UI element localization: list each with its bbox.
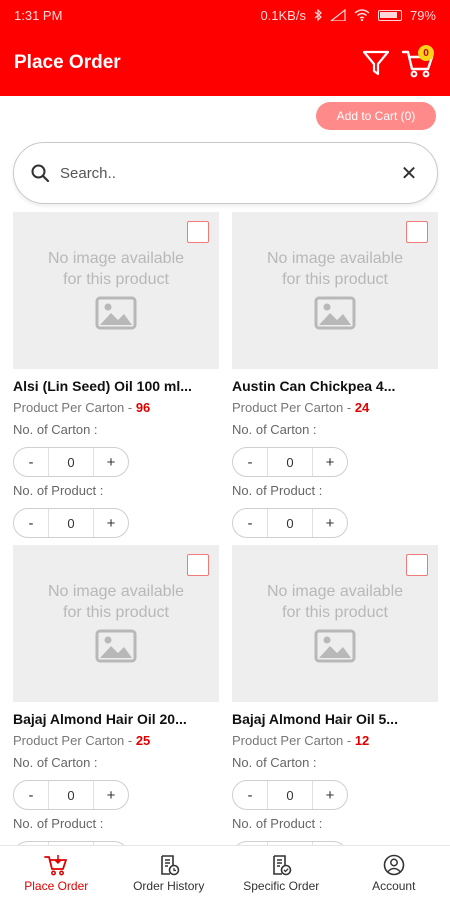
product-image-placeholder[interactable]: No image available for this product <box>232 545 438 702</box>
product-per-carton: Product Per Carton - 96 <box>13 400 151 415</box>
signal-icon <box>329 9 346 21</box>
product-image-placeholder[interactable]: No image available for this product <box>232 212 438 369</box>
carton-increment-button[interactable]: + <box>94 448 128 476</box>
cart-icon <box>44 854 68 875</box>
product-name: Bajaj Almond Hair Oil 5... <box>232 711 398 727</box>
carton-quantity-stepper: - 0 + <box>13 447 129 477</box>
bluetooth-icon <box>314 9 322 21</box>
receipt-icon <box>160 854 180 875</box>
product-quantity-stepper: - 0 + <box>232 508 348 538</box>
network-speed: 0.1KB/s <box>260 7 306 23</box>
nav-label: Place Order <box>24 878 89 893</box>
carton-quantity-stepper: - 0 + <box>13 780 129 810</box>
product-select-checkbox[interactable] <box>406 221 428 243</box>
cart-button[interactable]: 0 <box>400 43 436 83</box>
app-bar: Place Order 0 <box>0 30 450 96</box>
carton-quantity-value[interactable]: 0 <box>267 448 313 476</box>
search-bar: ✕ <box>13 142 438 204</box>
product-card: No image available for this product Austi… <box>232 212 438 538</box>
product-select-checkbox[interactable] <box>406 554 428 576</box>
product-count-label: No. of Product : <box>232 816 323 831</box>
document-icon <box>273 854 292 875</box>
filter-icon <box>362 50 390 76</box>
filter-button[interactable] <box>358 43 394 83</box>
product-per-carton: Product Per Carton - 12 <box>232 733 370 748</box>
carton-decrement-button[interactable]: - <box>14 448 48 476</box>
product-select-checkbox[interactable] <box>187 221 209 243</box>
nav-item-order-history[interactable]: Order History <box>113 846 226 900</box>
nav-label: Order History <box>133 878 205 893</box>
nav-item-account[interactable]: Account <box>338 846 450 900</box>
carton-increment-button[interactable]: + <box>313 781 347 809</box>
product-decrement-button[interactable]: - <box>14 509 48 537</box>
product-decrement-button[interactable]: - <box>233 509 267 537</box>
no-image-text: No image available for this product <box>266 250 404 288</box>
product-increment-button[interactable]: + <box>94 509 128 537</box>
carton-label: No. of Carton : <box>13 755 98 770</box>
no-image-text: No image available for this product <box>266 583 404 621</box>
carton-quantity-value[interactable]: 0 <box>48 448 94 476</box>
add-to-cart-button[interactable]: Add to Cart (0) <box>316 102 436 130</box>
product-grid[interactable]: No image available for this product Alsi … <box>0 212 450 845</box>
product-per-carton: Product Per Carton - 24 <box>232 400 370 415</box>
search-input[interactable] <box>60 164 397 182</box>
status-indicators: 0.1KB/s 79% <box>260 8 436 23</box>
app-bar-actions: 0 <box>358 43 436 83</box>
carton-label: No. of Carton : <box>232 422 317 437</box>
product-name: Alsi (Lin Seed) Oil 100 ml... <box>13 378 192 394</box>
product-name: Austin Can Chickpea 4... <box>232 378 396 394</box>
no-image-text: No image available for this product <box>47 583 185 621</box>
bottom-navigation: Place Order Order History Specific Order… <box>0 845 450 900</box>
battery-level: 79% <box>409 7 436 23</box>
product-card: No image available for this product Bajaj… <box>232 545 438 845</box>
carton-increment-button[interactable]: + <box>94 781 128 809</box>
wifi-icon <box>354 9 370 21</box>
product-count-label: No. of Product : <box>232 483 323 498</box>
product-count-label: No. of Product : <box>13 816 104 831</box>
product-per-carton: Product Per Carton - 25 <box>13 733 151 748</box>
carton-quantity-stepper: - 0 + <box>232 780 348 810</box>
status-bar: 1:31 PM 0.1KB/s 79% <box>0 0 450 30</box>
carton-label: No. of Carton : <box>232 755 317 770</box>
product-count-label: No. of Product : <box>13 483 104 498</box>
carton-decrement-button[interactable]: - <box>233 448 267 476</box>
product-increment-button[interactable]: + <box>313 509 347 537</box>
carton-quantity-value[interactable]: 0 <box>48 781 94 809</box>
image-placeholder-icon <box>314 629 356 663</box>
nav-label: Specific Order <box>243 878 320 893</box>
product-image-placeholder[interactable]: No image available for this product <box>13 212 219 369</box>
status-time: 1:31 PM <box>14 7 63 23</box>
carton-decrement-button[interactable]: - <box>233 781 267 809</box>
battery-icon <box>377 9 402 21</box>
user-icon <box>383 854 405 875</box>
page-title: Place Order <box>14 52 121 73</box>
search-icon <box>31 164 50 183</box>
product-quantity-stepper: - 0 + <box>13 508 129 538</box>
no-image-text: No image available for this product <box>47 250 185 288</box>
carton-label: No. of Carton : <box>13 422 98 437</box>
clear-search-icon[interactable]: ✕ <box>397 161 421 186</box>
carton-quantity-stepper: - 0 + <box>232 447 348 477</box>
product-select-checkbox[interactable] <box>187 554 209 576</box>
product-image-placeholder[interactable]: No image available for this product <box>13 545 219 702</box>
nav-label: Account <box>372 878 416 893</box>
nav-item-specific-order[interactable]: Specific Order <box>225 846 338 900</box>
product-card: No image available for this product Alsi … <box>13 212 219 538</box>
product-quantity-value[interactable]: 0 <box>267 509 313 537</box>
product-card: No image available for this product Bajaj… <box>13 545 219 845</box>
image-placeholder-icon <box>314 296 356 330</box>
cart-count-badge: 0 <box>418 45 434 61</box>
carton-quantity-value[interactable]: 0 <box>267 781 313 809</box>
nav-item-place-order[interactable]: Place Order <box>0 846 113 900</box>
image-placeholder-icon <box>95 629 137 663</box>
carton-decrement-button[interactable]: - <box>14 781 48 809</box>
product-name: Bajaj Almond Hair Oil 20... <box>13 711 187 727</box>
carton-increment-button[interactable]: + <box>313 448 347 476</box>
image-placeholder-icon <box>95 296 137 330</box>
product-quantity-value[interactable]: 0 <box>48 509 94 537</box>
